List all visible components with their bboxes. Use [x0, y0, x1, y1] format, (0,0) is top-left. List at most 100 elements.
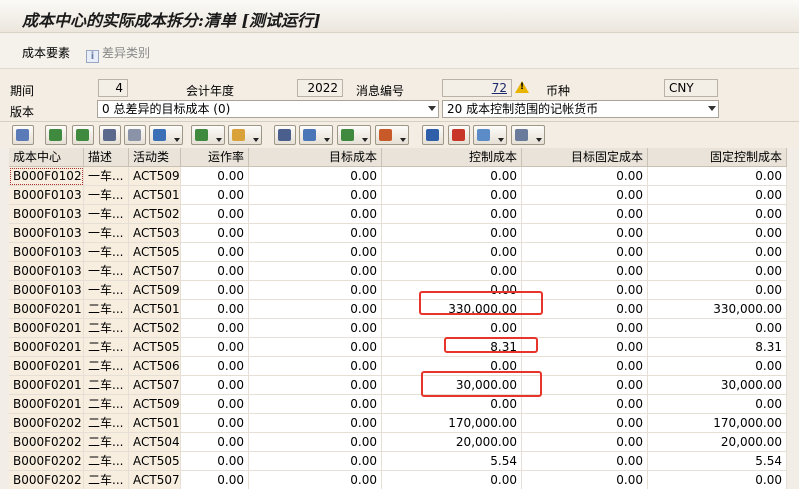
column-header-description[interactable]: 描述 [84, 148, 129, 167]
cell-operating-rate[interactable]: 0.00 [181, 281, 249, 300]
cell-target-cost[interactable]: 0.00 [249, 338, 382, 357]
cell-target-cost[interactable]: 0.00 [249, 376, 382, 395]
sum-button[interactable] [191, 125, 225, 145]
cell-fixed-control-cost[interactable]: 0.00 [648, 395, 787, 414]
cell-description[interactable]: 二车... [84, 357, 129, 376]
cell-target-fixed-cost[interactable]: 0.00 [522, 262, 648, 281]
cell-activity-type[interactable]: ACT505 [129, 452, 181, 471]
cell-activity-type[interactable]: ACT501 [129, 186, 181, 205]
cell-control-cost[interactable]: 0.00 [382, 186, 522, 205]
cell-target-fixed-cost[interactable]: 0.00 [522, 395, 648, 414]
table-row[interactable]: B000F0103 一车... ACT501 0.00 0.00 0.00 0.00 0.00 [9, 186, 787, 205]
cell-control-cost[interactable]: 0.00 [382, 243, 522, 262]
cell-target-fixed-cost[interactable]: 0.00 [522, 433, 648, 452]
cell-activity-type[interactable]: ACT507 [129, 376, 181, 395]
find-next-button[interactable] [124, 125, 146, 145]
cell-target-cost[interactable]: 0.00 [249, 357, 382, 376]
cell-description[interactable]: 二车... [84, 338, 129, 357]
cell-operating-rate[interactable]: 0.00 [181, 395, 249, 414]
cell-operating-rate[interactable]: 0.00 [181, 414, 249, 433]
cell-target-fixed-cost[interactable]: 0.00 [522, 471, 648, 489]
cell-target-fixed-cost[interactable]: 0.00 [522, 167, 648, 186]
cell-control-cost[interactable]: 0.00 [382, 395, 522, 414]
cell-target-fixed-cost[interactable]: 0.00 [522, 224, 648, 243]
filter-button[interactable] [149, 125, 183, 145]
cell-description[interactable]: 一车... [84, 224, 129, 243]
cell-target-fixed-cost[interactable]: 0.00 [522, 205, 648, 224]
cell-activity-type[interactable]: ACT504 [129, 433, 181, 452]
cell-description[interactable]: 二车... [84, 376, 129, 395]
cell-description[interactable]: 二车... [84, 300, 129, 319]
cell-operating-rate[interactable]: 0.00 [181, 243, 249, 262]
table-row[interactable]: B000F0201 二车... ACT506 0.00 0.00 0.00 0.00 0.00 [9, 357, 787, 376]
cell-activity-type[interactable]: ACT502 [129, 319, 181, 338]
table-row[interactable]: B000F0202 二车... ACT507 0.00 0.00 0.00 0.00 0.00 [9, 471, 787, 489]
cell-cost-center[interactable]: B000F0201 [9, 319, 84, 338]
cell-target-cost[interactable]: 0.00 [249, 433, 382, 452]
column-header-control-cost[interactable]: 控制成本 [382, 148, 522, 167]
cell-target-fixed-cost[interactable]: 0.00 [522, 243, 648, 262]
cell-control-cost[interactable]: 0.00 [382, 319, 522, 338]
cell-activity-type[interactable]: ACT509 [129, 395, 181, 414]
cell-target-cost[interactable]: 0.00 [249, 471, 382, 489]
cell-operating-rate[interactable]: 0.00 [181, 376, 249, 395]
cell-target-cost[interactable]: 0.00 [249, 205, 382, 224]
cell-fixed-control-cost[interactable]: 0.00 [648, 205, 787, 224]
message-count-link[interactable]: 72 [442, 79, 512, 97]
cell-fixed-control-cost[interactable]: 5.54 [648, 452, 787, 471]
table-row[interactable]: B000F0202 二车... ACT505 0.00 0.00 5.54 0.00 5.54 [9, 452, 787, 471]
cell-activity-type[interactable]: ACT501 [129, 300, 181, 319]
cell-control-cost[interactable]: 0.00 [382, 224, 522, 243]
cell-operating-rate[interactable]: 0.00 [181, 205, 249, 224]
cell-activity-type[interactable]: ACT506 [129, 357, 181, 376]
cell-cost-center[interactable]: B000F0201 [9, 376, 84, 395]
cell-operating-rate[interactable]: 0.00 [181, 262, 249, 281]
cell-target-cost[interactable]: 0.00 [249, 186, 382, 205]
cell-operating-rate[interactable]: 0.00 [181, 357, 249, 376]
cell-cost-center[interactable]: B000F0103 [9, 224, 84, 243]
cell-target-cost[interactable]: 0.00 [249, 224, 382, 243]
cell-operating-rate[interactable]: 0.00 [181, 167, 249, 186]
cell-description[interactable]: 二车... [84, 471, 129, 489]
cell-fixed-control-cost[interactable]: 0.00 [648, 471, 787, 489]
cell-fixed-control-cost[interactable]: 170,000.00 [648, 414, 787, 433]
cell-description[interactable]: 二车... [84, 414, 129, 433]
cell-target-cost[interactable]: 0.00 [249, 300, 382, 319]
abc-analysis-button[interactable] [448, 125, 470, 145]
cell-activity-type[interactable]: ACT503 [129, 224, 181, 243]
cell-fixed-control-cost[interactable]: 0.00 [648, 357, 787, 376]
table-row[interactable]: B000F0103 一车... ACT505 0.00 0.00 0.00 0.00 0.00 [9, 243, 787, 262]
cell-cost-center[interactable]: B000F0103 [9, 186, 84, 205]
graphic-button[interactable] [473, 125, 507, 145]
table-row[interactable]: B000F0201 二车... ACT501 0.00 0.00 330,000.00 0.… [9, 300, 787, 319]
cell-cost-center[interactable]: B000F0102 [9, 167, 84, 186]
table-row[interactable]: B000F0103 一车... ACT507 0.00 0.00 0.00 0.00 0.00 [9, 262, 787, 281]
cell-control-cost[interactable]: 170,000.00 [382, 414, 522, 433]
cell-activity-type[interactable]: ACT505 [129, 338, 181, 357]
cell-fixed-control-cost[interactable]: 8.31 [648, 338, 787, 357]
table-row[interactable]: B000F0103 一车... ACT503 0.00 0.00 0.00 0.00 0.00 [9, 224, 787, 243]
table-row[interactable]: B000F0202 二车... ACT501 0.00 0.00 170,000.00 0.… [9, 414, 787, 433]
export-button[interactable] [337, 125, 371, 145]
column-header-activity-type[interactable]: 活动类 [129, 148, 181, 167]
cell-activity-type[interactable]: ACT507 [129, 262, 181, 281]
cell-cost-center[interactable]: B000F0103 [9, 205, 84, 224]
cell-target-cost[interactable]: 0.00 [249, 167, 382, 186]
find-button[interactable] [99, 125, 121, 145]
cell-activity-type[interactable]: ACT509 [129, 281, 181, 300]
currency-type-select[interactable]: 20 成本控制范围的记帐货币 [442, 100, 719, 118]
cell-operating-rate[interactable]: 0.00 [181, 338, 249, 357]
cost-element-button[interactable]: 成本要素 [22, 44, 70, 61]
cell-fixed-control-cost[interactable]: 0.00 [648, 281, 787, 300]
column-header-fixed-control-cost[interactable]: 固定控制成本 [648, 148, 787, 167]
variance-category-button[interactable]: i 差异类别 [86, 44, 150, 63]
cell-fixed-control-cost[interactable]: 20,000.00 [648, 433, 787, 452]
cell-target-fixed-cost[interactable]: 0.00 [522, 186, 648, 205]
cell-cost-center[interactable]: B000F0103 [9, 262, 84, 281]
cell-target-cost[interactable]: 0.00 [249, 452, 382, 471]
currency-field[interactable]: CNY [664, 79, 718, 97]
cell-control-cost[interactable]: 0.00 [382, 205, 522, 224]
cell-cost-center[interactable]: B000F0202 [9, 452, 84, 471]
cell-cost-center[interactable]: B000F0103 [9, 281, 84, 300]
cell-fixed-control-cost[interactable]: 0.00 [648, 224, 787, 243]
